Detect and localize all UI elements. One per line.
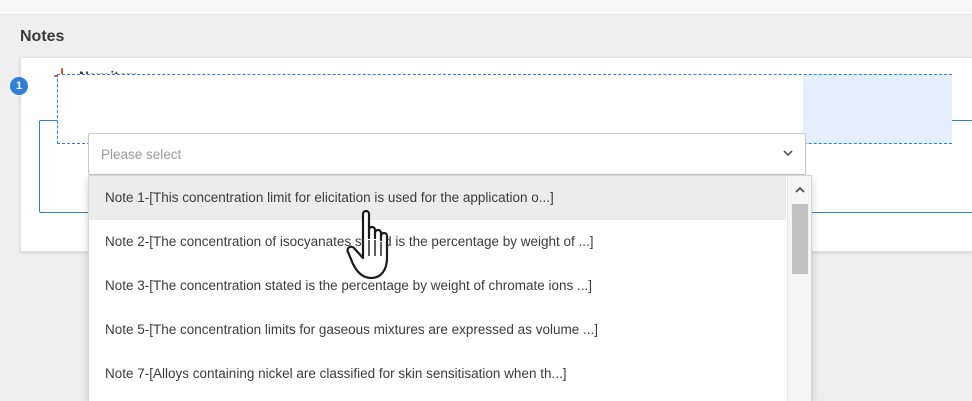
dropdown-option[interactable]: Note 2-[The concentration of isocyanates… — [89, 220, 786, 264]
section-title: Notes — [20, 28, 65, 45]
top-strip — [0, 0, 972, 15]
dropdown-scrollbar[interactable] — [787, 176, 811, 401]
dropdown-option[interactable]: Note 5-[The concentration limits for gas… — [89, 308, 786, 352]
scroll-up-icon[interactable] — [788, 182, 812, 198]
scroll-thumb[interactable] — [792, 204, 808, 274]
item-number-badge: 1 — [10, 77, 28, 95]
select-placeholder: Please select — [101, 147, 182, 162]
note-select[interactable]: Please select — [88, 133, 806, 175]
note-dropdown-list: Note 1-[This concentration limit for eli… — [88, 175, 812, 401]
dropdown-option[interactable]: Note 7-[Alloys containing nickel are cla… — [89, 352, 786, 396]
chevron-down-icon — [783, 150, 793, 157]
dropdown-option[interactable]: Note 3-[The concentration stated is the … — [89, 264, 786, 308]
dropdown-option[interactable]: Note 1-[This concentration limit for eli… — [89, 176, 786, 220]
